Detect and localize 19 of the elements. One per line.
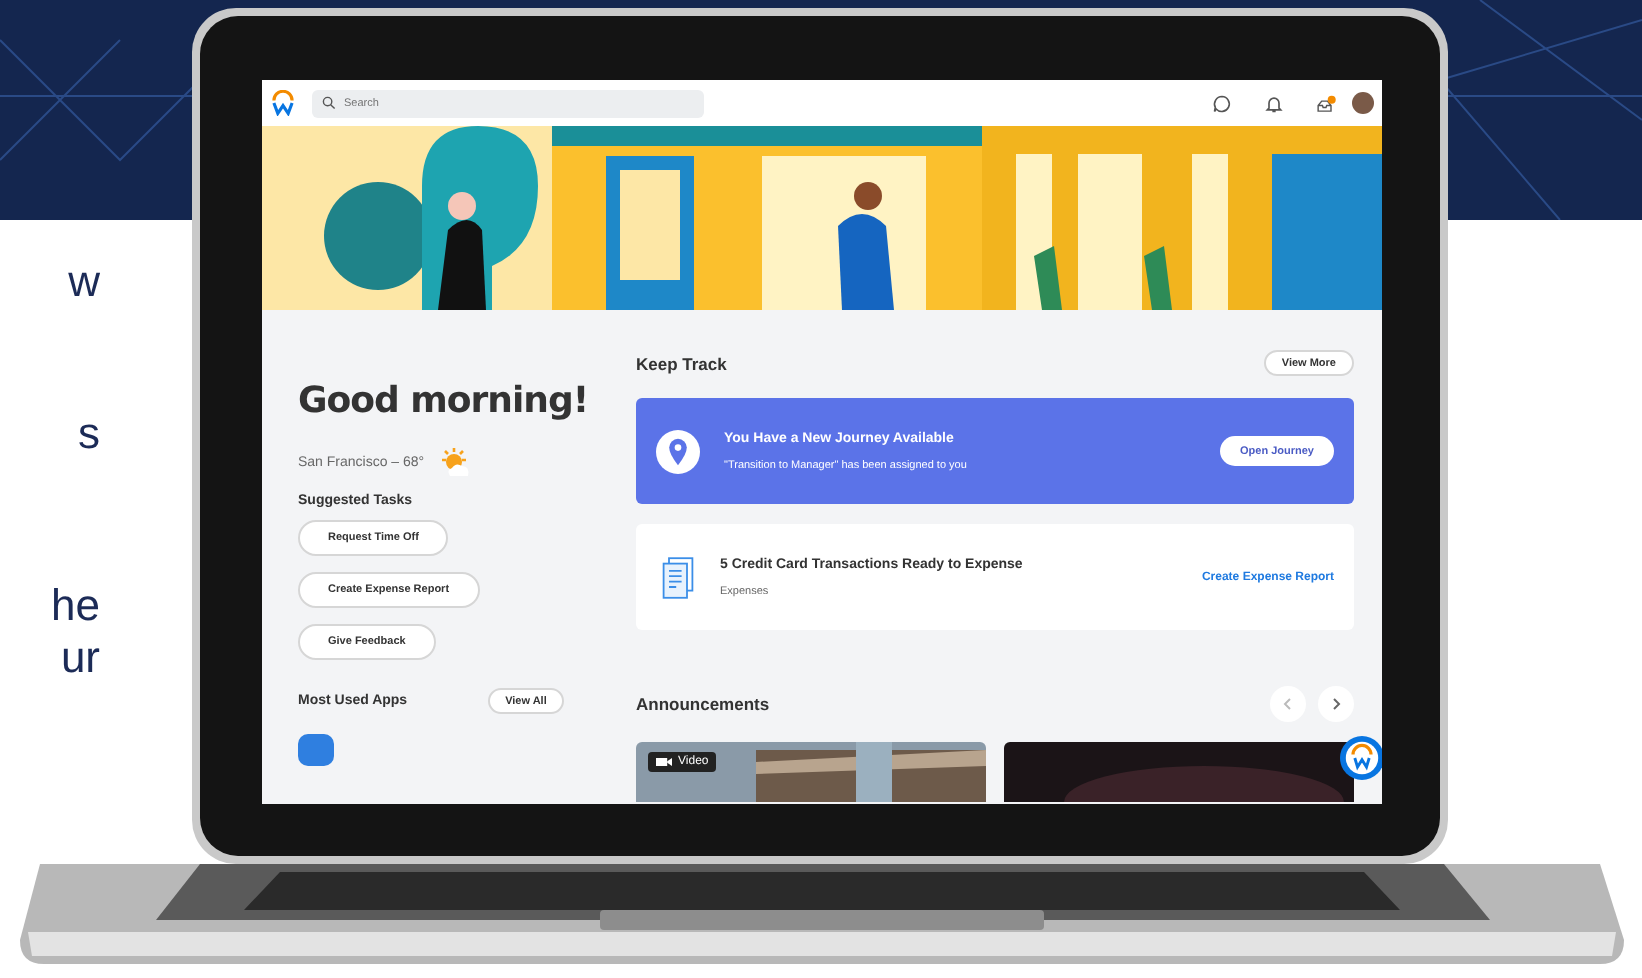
chevron-right-icon <box>1328 696 1344 712</box>
text-fragment: he <box>51 580 100 632</box>
chevron-left-icon <box>1280 696 1296 712</box>
inbox-icon[interactable] <box>1316 93 1336 113</box>
section-title: Keep Track <box>636 353 727 373</box>
text-fragment: s <box>78 408 100 460</box>
greeting: Good morning! <box>298 380 589 422</box>
avatar[interactable] <box>1352 92 1374 114</box>
document-icon <box>660 555 696 599</box>
location-pin-icon <box>656 429 700 473</box>
section-title: Announcements <box>636 694 770 714</box>
text-fragment: w <box>68 256 100 308</box>
app-icon[interactable] <box>298 734 334 766</box>
bell-icon[interactable] <box>1264 93 1284 113</box>
chat-icon[interactable] <box>1212 93 1232 113</box>
assistant-button[interactable] <box>1340 736 1382 780</box>
logo-icon[interactable] <box>270 90 296 116</box>
next-button[interactable] <box>1318 686 1354 722</box>
text-fragment: ur <box>60 632 100 684</box>
